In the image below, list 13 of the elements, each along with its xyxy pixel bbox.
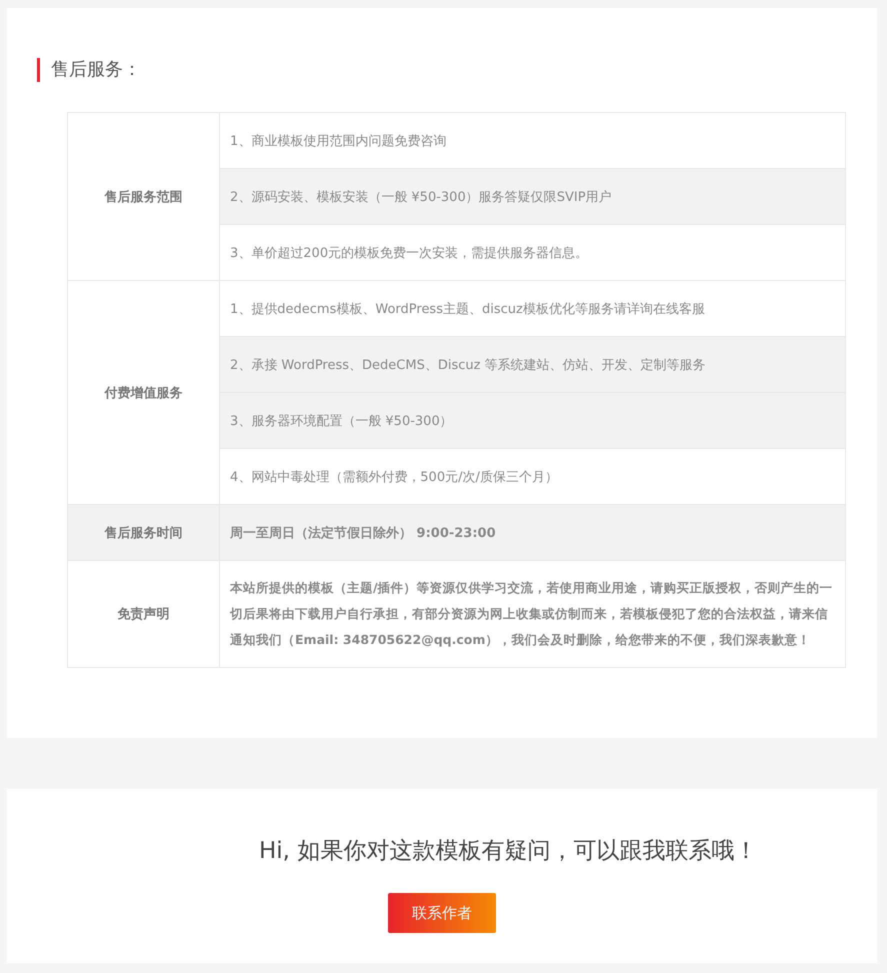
table-cell: 本站所提供的模板（主题/插件）等资源仅供学习交流，若使用商业用途，请购买正版授权，否则产生的一切后果将由下载用户自行承担，有部分资源为网上收集或仿制而来，若模板侵犯了您的合法权益，请来信通知我们（Email: 348705622@qq.com），我们会及时删除，给您带来的不便，我们深表歉意！ bbox=[220, 560, 846, 668]
table-cell: 3、单价超过200元的模板免费一次安装，需提供服务器信息。 bbox=[220, 224, 846, 280]
table-cell: 3、服务器环境配置（一般 ¥50-300） bbox=[220, 392, 846, 448]
table-cell: 2、承接 WordPress、DedeCMS、Discuz 等系统建站、仿站、开发、定制等服务 bbox=[220, 336, 846, 392]
contact-message: Hi, 如果你对这款模板有疑问，可以跟我联系哦！ bbox=[259, 837, 758, 866]
table-cell: 2、源码安装、模板安装（一般 ¥50-300）服务答疑仅限SVIP用户 bbox=[220, 168, 846, 224]
section-title: 售后服务： bbox=[37, 58, 847, 82]
table-cell: 免责声明 bbox=[68, 560, 220, 668]
table-cell: 售后服务时间 bbox=[68, 504, 220, 560]
table-cell: 周一至周日（法定节假日除外） 9:00-23:00 bbox=[220, 504, 846, 560]
table-cell: 售后服务范围 bbox=[68, 112, 220, 280]
table-cell: 1、商业模板使用范围内问题免费咨询 bbox=[220, 112, 846, 168]
contact-author-button[interactable]: 联系作者 bbox=[388, 893, 496, 933]
